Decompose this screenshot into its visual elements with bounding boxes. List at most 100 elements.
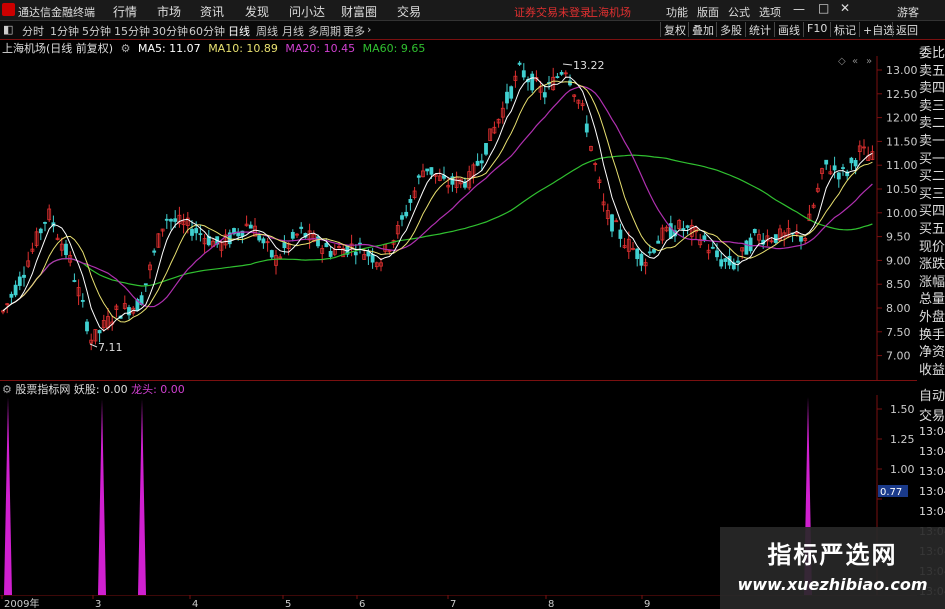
- candle-body: [824, 159, 829, 165]
- btn-mark[interactable]: 标记: [830, 22, 856, 37]
- auto-trade-label: 交易: [919, 409, 945, 424]
- candle-body: [416, 175, 421, 178]
- low-price-label: 7.11: [98, 341, 123, 354]
- side-panel-item[interactable]: 买三: [919, 183, 945, 202]
- menu-market[interactable]: 市场: [157, 3, 181, 20]
- btn-adjust[interactable]: 复权: [660, 22, 686, 37]
- period-toolbar: ◧ 分时 1分钟 5分钟 15分钟 30分钟 60分钟 日线 周线 月线 多周期…: [0, 21, 945, 40]
- period-more[interactable]: 更多: [343, 23, 365, 39]
- close-icon[interactable]: ✕: [840, 1, 850, 15]
- btn-f10[interactable]: F10: [803, 22, 827, 37]
- side-panel-item[interactable]: 委比: [919, 42, 945, 61]
- candle-body: [194, 228, 199, 234]
- side-panel-item[interactable]: 买五: [919, 218, 945, 237]
- side-panel-item[interactable]: 卖四: [919, 77, 945, 96]
- menu-formula[interactable]: 公式: [728, 4, 750, 20]
- more-chevron-icon[interactable]: ›: [367, 23, 371, 36]
- chart-expand-icon[interactable]: »: [866, 56, 872, 67]
- ma5-line: [2, 76, 873, 332]
- btn-stats[interactable]: 统计: [745, 22, 771, 37]
- side-panel-item[interactable]: 卖一: [919, 130, 945, 149]
- btn-back[interactable]: 返回: [892, 22, 918, 37]
- side-panel-item[interactable]: 换手: [919, 324, 945, 343]
- period-weekly[interactable]: 周线: [256, 23, 278, 39]
- minimize-icon[interactable]: —: [793, 2, 805, 16]
- period-daily[interactable]: 日线: [228, 23, 250, 39]
- maximize-icon[interactable]: □: [818, 1, 829, 15]
- menu-ask[interactable]: 问小达: [289, 3, 325, 20]
- chart-diamond-icon[interactable]: ◇: [838, 56, 846, 67]
- candlestick-series: [1, 60, 875, 351]
- price-chart[interactable]: 13.00 12.50 12.00 11.50 11.00 10.50 10.00 9.50 9…: [0, 56, 917, 380]
- period-5min[interactable]: 5分钟: [82, 23, 111, 39]
- btn-multi-stock[interactable]: 多股: [716, 22, 742, 37]
- candle-body: [542, 92, 547, 98]
- menu-news[interactable]: 资讯: [200, 3, 224, 20]
- period-intraday[interactable]: 分时: [22, 23, 44, 39]
- chart-collapse-icon[interactable]: «: [852, 56, 858, 67]
- side-panel-item[interactable]: 外盘: [919, 306, 945, 325]
- side-panel-item[interactable]: 涨幅: [919, 271, 945, 290]
- x-tick-label: 4: [192, 599, 198, 609]
- current-value-label: 0.77: [880, 487, 902, 498]
- btn-draw[interactable]: 画线: [774, 22, 800, 37]
- period-1min[interactable]: 1分钟: [50, 23, 79, 39]
- menu-wealth[interactable]: 财富圈: [341, 3, 377, 20]
- candle-body: [282, 242, 287, 249]
- time-item: 13:04: [919, 485, 945, 498]
- auto-trade-label: 自动: [919, 389, 945, 404]
- side-panel-item[interactable]: 买四: [919, 200, 945, 219]
- menu-layout[interactable]: 版面: [697, 4, 719, 20]
- side-panel-item[interactable]: 卖五: [919, 60, 945, 79]
- guest-user[interactable]: 游客: [897, 4, 919, 20]
- indicator-info-line: ⚙ 股票指标网 妖股: 0.00 龙头: 0.00: [0, 381, 185, 396]
- btn-overlay[interactable]: 叠加: [688, 22, 714, 37]
- candle-body: [127, 307, 131, 316]
- menu-market-quotes[interactable]: 行情: [113, 3, 137, 20]
- toolbar-toggle-icon[interactable]: ◧: [3, 23, 13, 36]
- period-15min[interactable]: 15分钟: [114, 23, 150, 39]
- login-notice[interactable]: 证券交易未登录: [514, 4, 591, 20]
- side-panel-item[interactable]: 总量: [919, 288, 945, 307]
- side-panel-item[interactable]: 买一: [919, 148, 945, 167]
- menu-trade[interactable]: 交易: [397, 3, 421, 20]
- settings-gear-icon[interactable]: ⚙: [121, 42, 131, 55]
- candle-body: [656, 240, 661, 244]
- candle-body: [647, 251, 652, 254]
- x-tick-label: 6: [359, 599, 365, 609]
- period-60min[interactable]: 60分钟: [189, 23, 225, 39]
- side-panel-item[interactable]: 现价: [919, 236, 945, 255]
- candle-body: [610, 214, 614, 232]
- side-panel-item[interactable]: 买二: [919, 165, 945, 184]
- x-tick-label: 5: [285, 599, 291, 609]
- candle-body: [404, 211, 409, 217]
- side-panel-item[interactable]: 净资: [919, 341, 945, 360]
- candle-body: [635, 248, 640, 260]
- candle-body: [400, 215, 404, 220]
- ma10-label: MA10: 10.89: [208, 42, 278, 55]
- menu-function[interactable]: 功能: [666, 4, 688, 20]
- x-tick-label: 9: [644, 599, 650, 609]
- btn-add-watchlist[interactable]: +自选: [859, 22, 894, 37]
- period-monthly[interactable]: 月线: [282, 23, 304, 39]
- price-tick-label: 10.00: [886, 207, 917, 220]
- menu-discover[interactable]: 发现: [245, 3, 269, 20]
- time-item: 13:04: [919, 505, 945, 518]
- candle-body: [748, 237, 753, 252]
- period-30min[interactable]: 30分钟: [152, 23, 188, 39]
- side-panel-item[interactable]: 卖三: [919, 95, 945, 114]
- x-tick-label: 7: [450, 599, 456, 609]
- x-tick-label: 8: [548, 599, 554, 609]
- side-panel-item[interactable]: 收益: [919, 359, 945, 378]
- candle-body: [584, 123, 589, 133]
- menu-options[interactable]: 选项: [759, 4, 781, 20]
- candle-body: [248, 224, 253, 229]
- candle-body: [64, 243, 68, 256]
- indicator-spike: [98, 399, 106, 595]
- indicator-tick-label: 1.50: [890, 403, 915, 416]
- ma10-line: [2, 80, 873, 323]
- side-panel-item[interactable]: 卖二: [919, 112, 945, 131]
- watermark-banner: 指标严选网 www.xuezhibiao.com: [720, 527, 945, 609]
- period-multi[interactable]: 多周期: [308, 23, 341, 39]
- side-panel-item[interactable]: 涨跌: [919, 253, 945, 272]
